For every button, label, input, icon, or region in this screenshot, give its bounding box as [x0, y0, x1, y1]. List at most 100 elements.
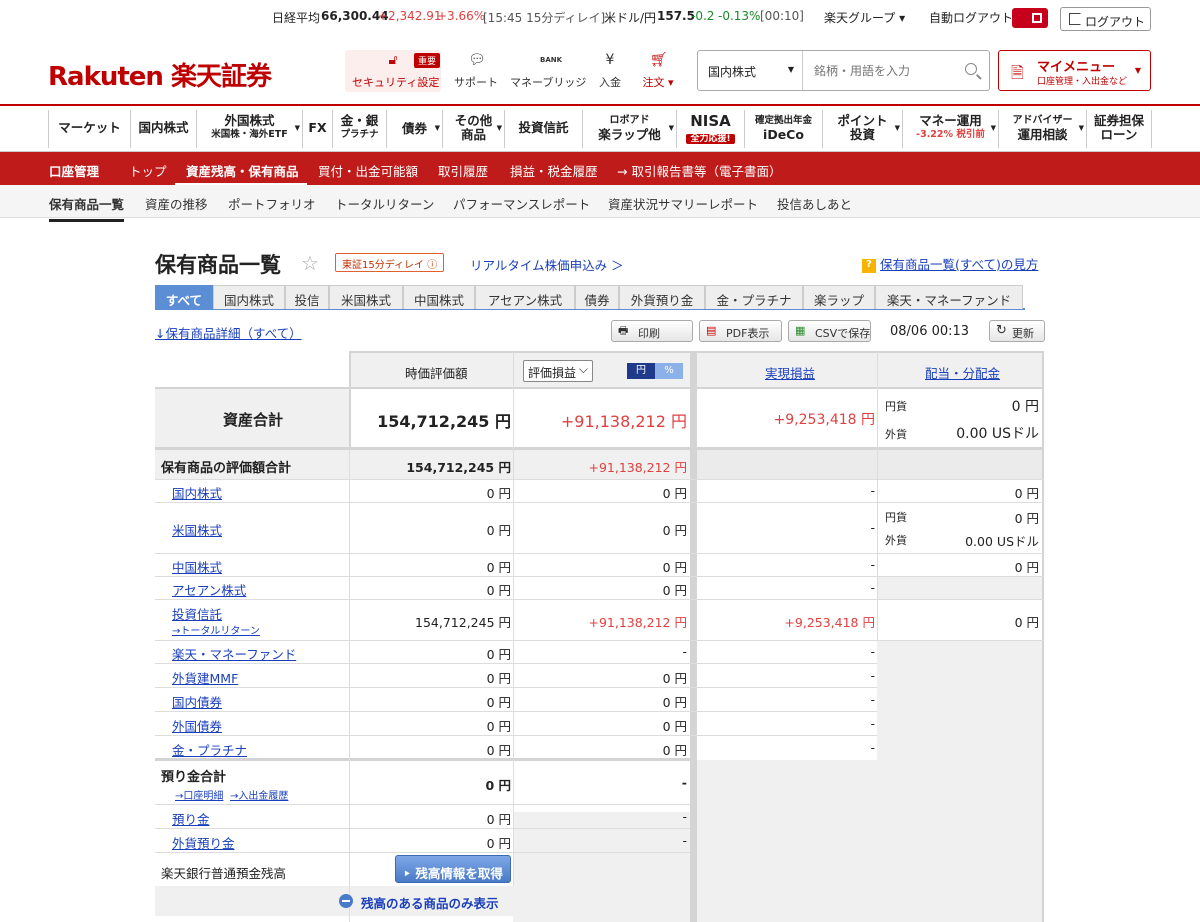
row-domestic-link[interactable]: 国内株式: [172, 483, 222, 502]
row-china-link[interactable]: 中国株式: [172, 557, 222, 576]
account-history[interactable]: 取引履歴: [438, 161, 488, 180]
money-bridge-link[interactable]: BANK マネーブリッジ: [510, 52, 586, 90]
account-top[interactable]: トップ: [129, 161, 167, 180]
realtime-link[interactable]: リアルタイム株価申込み ＞: [470, 255, 624, 274]
refresh-icon: ↻: [996, 323, 1007, 338]
tab-domestic[interactable]: 国内株式: [213, 285, 285, 309]
tab-fx-deposit[interactable]: 外貨預り金: [619, 285, 705, 309]
sub-fund-footprint[interactable]: 投信あしあと: [777, 194, 852, 213]
support-link[interactable]: 💬︎ サポート: [454, 52, 498, 90]
my-menu-button[interactable]: 🗎︎ マイメニュー 口座管理・入出金など ▼: [998, 50, 1151, 91]
printer-icon: 🖶︎: [618, 324, 629, 337]
usd-value: 157.5: [657, 9, 695, 23]
nav-gold[interactable]: 金・銀 プラチナ: [332, 110, 386, 148]
unit-toggle[interactable]: 円 %: [627, 363, 683, 379]
csv-button[interactable]: ▦ CSVで保存: [788, 320, 871, 342]
nav-bonds[interactable]: 債券 ▼: [386, 110, 442, 148]
usd-time: [00:10]: [760, 9, 804, 23]
tab-china[interactable]: 中国株式: [403, 285, 475, 309]
deposit-link[interactable]: ¥ 入金: [596, 52, 624, 90]
usd-change: -0.2: [691, 9, 715, 23]
total-label: 資産合計: [223, 411, 284, 429]
nav-market[interactable]: マーケット: [48, 110, 130, 148]
holdings-detail-link[interactable]: ↓保有商品詳細（すべて）: [155, 323, 302, 342]
tab-all[interactable]: すべて: [155, 285, 213, 309]
tab-money-fund[interactable]: 楽天・マネーファンド: [875, 285, 1023, 309]
search-icon[interactable]: [965, 63, 977, 75]
nav-ideco[interactable]: 確定拠出年金 iDeCo: [744, 110, 822, 148]
col-market-value: 時価評価額: [405, 366, 468, 381]
pdf-button[interactable]: ▤ PDF表示: [699, 320, 782, 342]
sub-portfolio[interactable]: ポートフォリオ: [228, 194, 316, 213]
unit-yen[interactable]: 円: [627, 363, 655, 379]
nav-secured-loan[interactable]: 証券担保 ローン: [1086, 110, 1152, 148]
account-statement-link[interactable]: →口座明細: [175, 787, 223, 802]
star-icon[interactable]: ☆: [301, 251, 319, 275]
tab-bonds[interactable]: 債券: [575, 285, 619, 309]
sub-holdings[interactable]: 保有商品一覧: [49, 194, 125, 222]
row-domestic-bonds-link[interactable]: 国内債券: [172, 692, 222, 711]
stock-search: 国内株式: [697, 50, 990, 91]
product-tabs: すべて 国内株式 投信 米国株式 中国株式 アセアン株式 債券 外貨預り金 金・…: [155, 285, 1025, 310]
nav-roboadvisor[interactable]: ロボアド 楽ラップ他 ▼: [582, 110, 676, 148]
tab-gold[interactable]: 金・プラチナ: [705, 285, 803, 309]
nav-money-management[interactable]: マネー運用 -3.22% 税引前 ▼: [902, 110, 998, 148]
nav-points[interactable]: ポイント 投資 ▼: [822, 110, 902, 148]
tab-funds[interactable]: 投信: [285, 285, 329, 309]
minus-circle-icon[interactable]: [339, 894, 353, 908]
row-foreign-bonds-link[interactable]: 外国債券: [172, 716, 222, 735]
nav-fx[interactable]: FX: [302, 110, 332, 148]
howto-link[interactable]: ? 保有商品一覧(すべて)の見方: [862, 254, 1038, 273]
order-menu[interactable]: 🛒︎ 注文 ▾: [638, 52, 678, 90]
show-balance-only-toggle[interactable]: 残高のある商品のみ表示: [361, 893, 499, 912]
row-money-fund-link[interactable]: 楽天・マネーファンド: [172, 644, 296, 663]
account-buying-power[interactable]: 買付・出金可能額: [318, 161, 418, 180]
print-button[interactable]: 🖶︎ 印刷: [611, 320, 693, 342]
nav-other[interactable]: その他 商品 ▼: [442, 110, 504, 148]
yen-deposit-icon: ¥: [605, 52, 615, 68]
col-realized[interactable]: 実現損益: [765, 363, 815, 382]
sub-performance[interactable]: パフォーマンスレポート: [453, 194, 590, 213]
tab-us[interactable]: 米国株式: [329, 285, 403, 309]
deposit-link[interactable]: 預り金: [172, 809, 210, 828]
nav-domestic-stocks[interactable]: 国内株式: [130, 110, 196, 148]
pdf-icon: ▤: [706, 324, 717, 337]
total-return-link[interactable]: →トータルリターン: [172, 622, 260, 637]
row-gold-link[interactable]: 金・プラチナ: [172, 740, 247, 759]
sub-summary[interactable]: 資産状況サマリーレポート: [608, 194, 758, 213]
unit-percent[interactable]: %: [655, 363, 683, 379]
tab-asean[interactable]: アセアン株式: [475, 285, 575, 309]
row-mmf-link[interactable]: 外貨建MMF: [172, 668, 238, 687]
sub-total-return[interactable]: トータルリターン: [335, 194, 434, 213]
rakuten-logo[interactable]: Rakuten 楽天証券: [48, 56, 272, 93]
chevron-down-icon: ▼: [1134, 66, 1141, 75]
account-assets[interactable]: 資産残高・保有商品: [186, 161, 299, 180]
nav-nisa[interactable]: NISA 全力応援!: [676, 110, 744, 148]
sub-asset-history[interactable]: 資産の推移: [145, 194, 208, 213]
deposit-history-link[interactable]: →入出金履歴: [230, 787, 288, 802]
delay-badge[interactable]: 東証15分ディレイ ⓘ: [335, 253, 445, 272]
logout-button[interactable]: ログアウト: [1060, 7, 1151, 31]
security-settings[interactable]: 🔓︎ セキュリティ設定: [352, 52, 439, 90]
nav-advisor[interactable]: アドバイザー 運用相談 ▼: [998, 110, 1086, 148]
row-us-link[interactable]: 米国株式: [172, 520, 222, 539]
refresh-button[interactable]: ↻ 更新: [989, 320, 1045, 342]
nav-foreign-stocks[interactable]: 外国株式 米国株・海外ETF ▼: [196, 110, 302, 148]
nikkei-label: 日経平均: [272, 11, 321, 25]
fx-deposit-link[interactable]: 外貨預り金: [172, 833, 235, 852]
col-dividend[interactable]: 配当・分配金: [925, 363, 1000, 382]
group-menu[interactable]: 楽天グループ ▾: [824, 9, 905, 26]
total-realized: +9,253,418 円: [773, 412, 875, 428]
search-category-select[interactable]: 国内株式: [698, 51, 803, 90]
auto-logout-toggle[interactable]: [1012, 8, 1048, 28]
account-tax[interactable]: 損益・税金履歴: [510, 161, 598, 180]
search-input[interactable]: [804, 51, 954, 90]
get-balance-button[interactable]: ‣ 残高情報を取得: [395, 855, 511, 883]
deposit-total-label: 預り金合計: [161, 770, 227, 785]
nav-funds[interactable]: 投資信託: [504, 110, 582, 148]
row-asean-link[interactable]: アセアン株式: [172, 580, 246, 599]
account-reports[interactable]: → 取引報告書等（電子書面）: [617, 161, 781, 180]
pl-type-select[interactable]: 評価損益: [523, 360, 593, 382]
row-funds-link[interactable]: 投資信託: [172, 604, 222, 623]
tab-rakuwrap[interactable]: 楽ラップ: [803, 285, 875, 309]
